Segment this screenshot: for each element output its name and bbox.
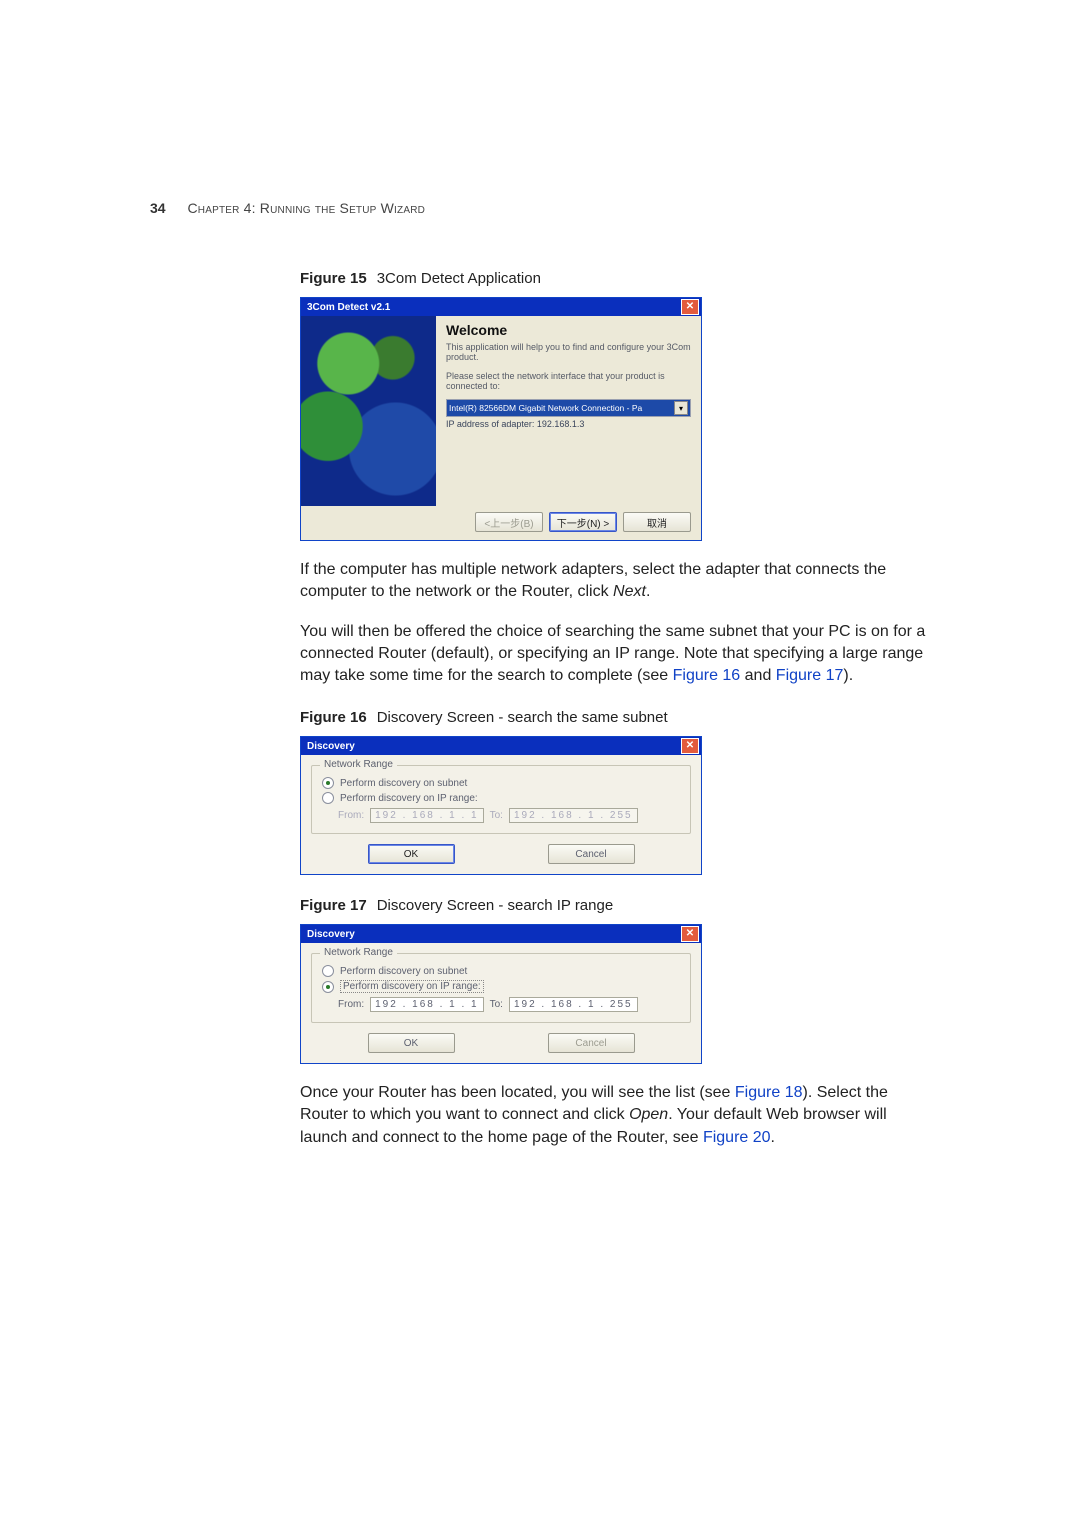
- close-icon[interactable]: ✕: [681, 738, 699, 754]
- link-figure-17[interactable]: Figure 17: [776, 667, 844, 684]
- cancel-button[interactable]: 取消: [623, 512, 691, 532]
- fig15-welcome-text-2: Please select the network interface that…: [446, 371, 691, 392]
- network-interface-select[interactable]: Intel(R) 82566DM Gigabit Network Connect…: [446, 399, 691, 417]
- fig17-title-text: Discovery: [307, 929, 355, 940]
- figure-15-number: Figure 15: [300, 270, 367, 287]
- fig15-titlebar: 3Com Detect v2.1 ✕: [301, 298, 701, 316]
- chevron-down-icon[interactable]: ▾: [674, 401, 688, 415]
- fig17-titlebar: Discovery ✕: [301, 925, 701, 943]
- radio-icon: [322, 965, 334, 977]
- fig17-from-ip[interactable]: 192 . 168 . 1 . 1: [370, 997, 484, 1012]
- figure-15-caption: Figure 15 3Com Detect Application: [300, 270, 930, 287]
- fig16-title-text: Discovery: [307, 741, 355, 752]
- page-number: 34: [150, 200, 166, 216]
- fig15-welcome-text-1: This application will help you to find a…: [446, 342, 691, 363]
- paragraph-3: Once your Router has been located, you w…: [300, 1082, 930, 1148]
- fig17-to-label: To:: [490, 999, 503, 1010]
- fig16-to-label: To:: [490, 810, 503, 821]
- fig15-welcome-heading: Welcome: [446, 322, 691, 338]
- figure-17-title: Discovery Screen - search IP range: [377, 897, 614, 914]
- figure-16-title: Discovery Screen - search the same subne…: [377, 709, 668, 726]
- radio-icon: [322, 792, 334, 804]
- fig17-network-range-group: Network Range Perform discovery on subne…: [311, 953, 691, 1023]
- next-button[interactable]: 下一步(N) >: [549, 512, 617, 532]
- link-figure-16[interactable]: Figure 16: [673, 667, 741, 684]
- link-figure-18[interactable]: Figure 18: [735, 1084, 803, 1101]
- open-keyword: Open: [629, 1106, 668, 1123]
- back-button: <上一步(B): [475, 512, 543, 532]
- fig16-radio-ip-range[interactable]: Perform discovery on IP range:: [322, 792, 680, 804]
- fig16-from-label: From:: [338, 810, 364, 821]
- figure-17-caption: Figure 17 Discovery Screen - search IP ra…: [300, 897, 930, 914]
- fig16-radio-ip-range-label: Perform discovery on IP range:: [340, 793, 478, 804]
- paragraph-2: You will then be offered the choice of s…: [300, 621, 930, 687]
- fig17-to-ip[interactable]: 192 . 168 . 1 . 255: [509, 997, 638, 1012]
- fig16-from-ip: 192 . 168 . 1 . 1: [370, 808, 484, 823]
- fig17-radio-ip-range-label: Perform discovery on IP range:: [340, 980, 484, 993]
- fig17-radio-subnet-label: Perform discovery on subnet: [340, 966, 467, 977]
- figure-16-number: Figure 16: [300, 709, 367, 726]
- running-head: 34 Chapter 4: Running the Setup Wizard: [150, 200, 425, 216]
- next-keyword: Next: [613, 583, 646, 600]
- fig15-sidebar-image: [301, 316, 436, 506]
- paragraph-1: If the computer has multiple network ada…: [300, 559, 930, 603]
- fig16-to-ip: 192 . 168 . 1 . 255: [509, 808, 638, 823]
- network-interface-value: Intel(R) 82566DM Gigabit Network Connect…: [449, 403, 642, 413]
- fig16-radio-subnet[interactable]: Perform discovery on subnet: [322, 777, 680, 789]
- close-icon[interactable]: ✕: [681, 926, 699, 942]
- fig16-radio-subnet-label: Perform discovery on subnet: [340, 778, 467, 789]
- figure-16-caption: Figure 16 Discovery Screen - search the s…: [300, 709, 930, 726]
- fig17-radio-ip-range[interactable]: Perform discovery on IP range:: [322, 980, 680, 993]
- fig17-cancel-button: Cancel: [548, 1033, 635, 1053]
- fig17-radio-subnet[interactable]: Perform discovery on subnet: [322, 965, 680, 977]
- figure-15-window: 3Com Detect v2.1 ✕ Welcome This applicat…: [300, 297, 702, 541]
- radio-icon: [322, 777, 334, 789]
- fig16-titlebar: Discovery ✕: [301, 737, 701, 755]
- link-figure-20[interactable]: Figure 20: [703, 1129, 771, 1146]
- figure-17-window: Discovery ✕ Network Range Perform discov…: [300, 924, 702, 1064]
- radio-icon: [322, 981, 334, 993]
- chapter-title: Chapter 4: Running the Setup Wizard: [187, 200, 425, 216]
- close-icon[interactable]: ✕: [681, 299, 699, 315]
- figure-16-window: Discovery ✕ Network Range Perform discov…: [300, 736, 702, 875]
- figure-17-number: Figure 17: [300, 897, 367, 914]
- fig16-ok-button[interactable]: OK: [368, 844, 455, 864]
- fig17-from-label: From:: [338, 999, 364, 1010]
- fig17-group-title: Network Range: [320, 947, 397, 958]
- fig16-network-range-group: Network Range Perform discovery on subne…: [311, 765, 691, 834]
- fig15-ip-line: IP address of adapter: 192.168.1.3: [446, 419, 691, 429]
- fig17-ok-button[interactable]: OK: [368, 1033, 455, 1053]
- fig16-cancel-button[interactable]: Cancel: [548, 844, 635, 864]
- figure-15-title: 3Com Detect Application: [377, 270, 541, 287]
- fig16-group-title: Network Range: [320, 759, 397, 770]
- fig15-title-text: 3Com Detect v2.1: [307, 302, 390, 313]
